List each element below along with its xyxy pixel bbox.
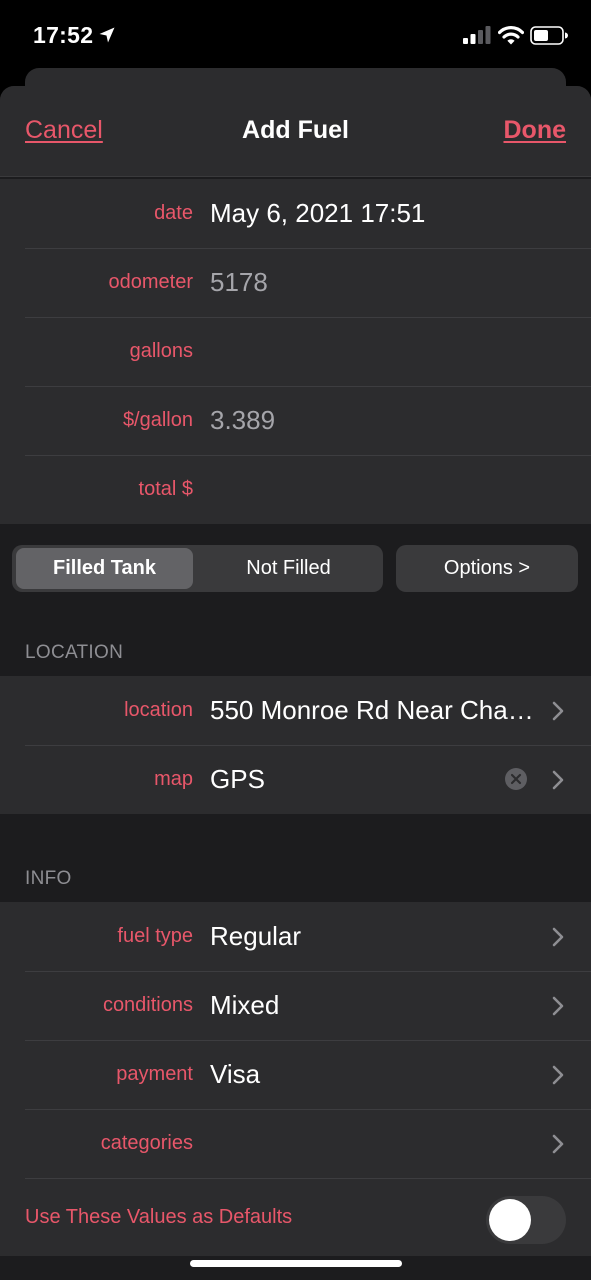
status-time: 17:52 (33, 22, 94, 48)
options-button[interactable]: Options > (396, 545, 578, 592)
location-row[interactable]: location 550 Monroe Rd Near Charlotte (0, 676, 591, 745)
tank-fill-segmented-control: Filled Tank Not Filled (12, 545, 383, 592)
wifi-icon (498, 26, 524, 45)
date-label: date (154, 202, 193, 224)
not-filled-segment[interactable]: Not Filled (198, 548, 379, 589)
map-value: GPS (210, 764, 265, 794)
info-group: fuel type Regular conditions Mixed payme… (0, 902, 591, 1256)
total-row[interactable]: total $ (0, 455, 591, 524)
cellular-signal-icon (463, 26, 491, 44)
toggle-knob (489, 1199, 531, 1241)
use-defaults-label: Use These Values as Defaults (25, 1206, 293, 1228)
fuel-entry-group: date May 6, 2021 17:51 odometer 5178 gal… (0, 179, 591, 524)
chevron-right-icon (552, 996, 564, 1016)
defaults-row: Use These Values as Defaults (0, 1178, 591, 1256)
done-button[interactable]: Done (504, 116, 567, 145)
categories-label: categories (100, 1132, 193, 1154)
date-row[interactable]: date May 6, 2021 17:51 (0, 179, 591, 248)
clear-icon[interactable] (505, 768, 527, 790)
date-value[interactable]: May 6, 2021 17:51 (210, 179, 425, 248)
conditions-row[interactable]: conditions Mixed (0, 971, 591, 1040)
status-bar: 17:52 (0, 0, 591, 70)
map-row[interactable]: map GPS (0, 745, 591, 814)
fuel-type-label: fuel type (117, 925, 193, 947)
home-indicator[interactable] (190, 1260, 402, 1267)
chevron-right-icon (552, 701, 564, 721)
chevron-right-icon (552, 1065, 564, 1085)
chevron-right-icon (552, 1134, 564, 1154)
filled-tank-segment[interactable]: Filled Tank (16, 548, 193, 589)
add-fuel-sheet: Cancel Add Fuel Done date May 6, 2021 17… (0, 86, 591, 1280)
price-per-gallon-row[interactable]: $/gallon 3.389 (0, 386, 591, 455)
location-arrow-icon (99, 27, 115, 43)
price-per-gallon-label: $/gallon (122, 409, 193, 431)
location-value: 550 Monroe Rd Near Charlotte (210, 695, 540, 725)
conditions-label: conditions (102, 994, 193, 1016)
categories-row[interactable]: categories (0, 1109, 591, 1178)
gallons-row[interactable]: gallons (0, 317, 591, 386)
location-section-header: LOCATION (25, 642, 124, 663)
map-label: map (154, 768, 193, 790)
page-title: Add Fuel (242, 116, 349, 144)
gallons-label: gallons (129, 340, 193, 362)
chevron-right-icon (552, 927, 564, 947)
odometer-row[interactable]: odometer 5178 (0, 248, 591, 317)
battery-icon (530, 26, 568, 45)
use-defaults-toggle[interactable] (486, 1196, 566, 1244)
info-section-header: INFO (25, 868, 72, 889)
payment-label: payment (116, 1063, 193, 1085)
location-label: location (124, 699, 193, 721)
odometer-field[interactable]: 5178 (210, 248, 268, 317)
payment-row[interactable]: payment Visa (0, 1040, 591, 1109)
fuel-type-row[interactable]: fuel type Regular (0, 902, 591, 971)
odometer-label: odometer (108, 271, 194, 293)
fuel-type-value: Regular (210, 921, 302, 951)
conditions-value: Mixed (210, 990, 280, 1020)
price-per-gallon-field[interactable]: 3.389 (210, 386, 275, 455)
location-group: location 550 Monroe Rd Near Charlotte ma… (0, 676, 591, 814)
navigation-bar: Cancel Add Fuel Done (0, 86, 591, 177)
chevron-right-icon (552, 770, 564, 790)
payment-value: Visa (210, 1059, 261, 1089)
total-label: total $ (138, 478, 193, 500)
